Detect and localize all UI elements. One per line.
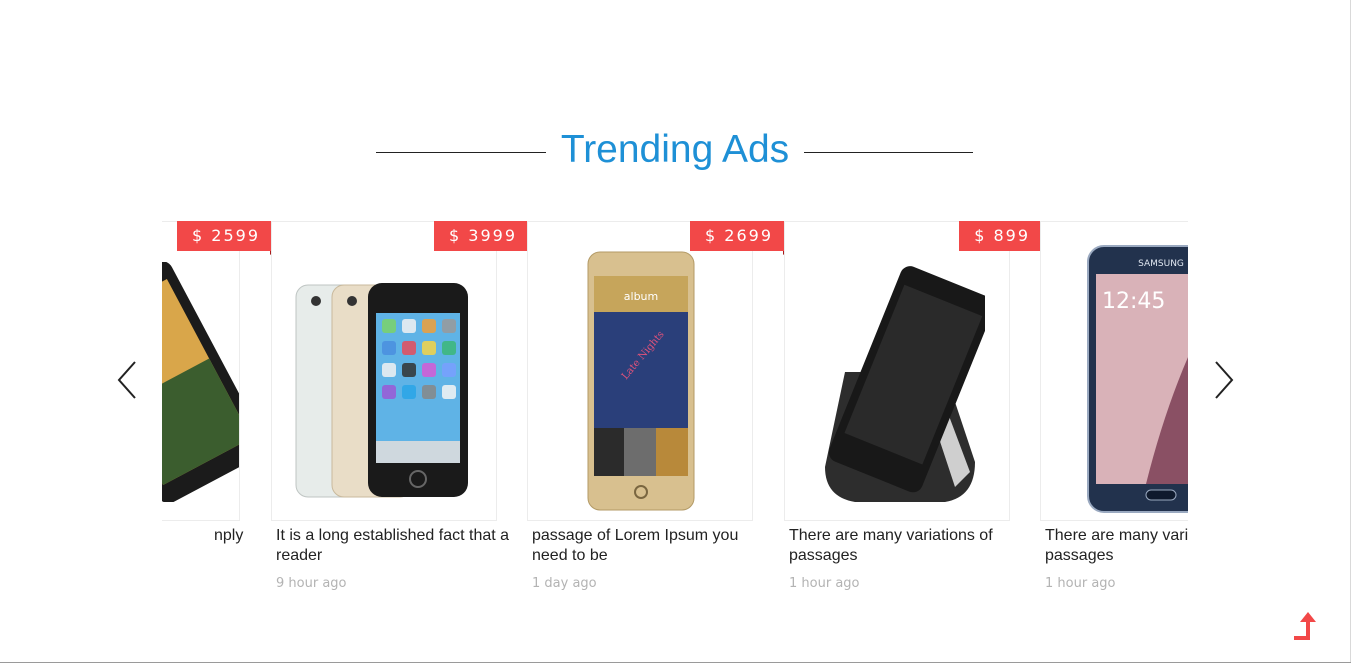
ad-title[interactable]: passage of Lorem Ipsum you need to be [532, 526, 772, 566]
ad-title[interactable]: There are many variations of passages [1045, 526, 1188, 566]
heading-divider-left [376, 152, 546, 153]
ad-time: 1 hour ago [789, 576, 860, 591]
ad-title-text[interactable]: nply [214, 526, 243, 546]
chevron-right-icon [1215, 361, 1234, 399]
price-badge: $ 2699 [690, 221, 788, 255]
phone-brand-text: SAMSUNG [1138, 259, 1184, 269]
ad-time: 1 day ago [532, 576, 597, 591]
ad-card[interactable]: $ 2599 nply [162, 210, 275, 610]
carousel-prev-button[interactable] [115, 360, 141, 400]
ad-title[interactable]: It is a long established fact that a rea… [276, 526, 516, 566]
section-title: Trending Ads [560, 128, 790, 171]
phone-clock-text: 12:45 [1102, 289, 1165, 314]
price-badge: $ 2599 [177, 221, 275, 255]
ad-title[interactable]: There are many variations of passages [789, 526, 1029, 566]
ad-image[interactable] [162, 221, 240, 521]
phone-image [162, 262, 239, 502]
ad-card[interactable]: $ 899 There are many variations of passa… [784, 210, 1045, 610]
ad-card[interactable]: $ 3999 It is a long established fact tha… [271, 210, 532, 610]
ad-image[interactable]: SAMSUNG 12:45 [1040, 221, 1188, 521]
carousel-next-button[interactable] [1210, 360, 1236, 400]
ad-card[interactable]: SAMSUNG 12:45 There are many variations … [1040, 210, 1188, 610]
ad-image[interactable] [784, 221, 1010, 521]
phone-image [825, 266, 985, 502]
ad-image[interactable]: album Late Nights [527, 221, 753, 521]
chevron-left-icon [117, 361, 136, 399]
ad-time: 1 hour ago [1045, 576, 1116, 591]
price-badge: $ 3999 [434, 221, 532, 255]
trending-ads-carousel[interactable]: $ 2599 nply $ 3999 It is a long establis… [162, 210, 1188, 610]
phone-image: SAMSUNG 12:45 [1087, 245, 1188, 513]
arrow-up-icon [1294, 612, 1316, 640]
phone-image: album Late Nights [587, 251, 695, 511]
phone-image [295, 283, 468, 498]
ad-card[interactable]: album Late Nights $ 2699 passage of Lore… [527, 210, 788, 610]
price-badge: $ 899 [959, 221, 1045, 255]
album-label: album [624, 290, 658, 303]
heading-divider-right [804, 152, 973, 153]
ad-image[interactable] [271, 221, 497, 521]
back-to-top-button[interactable] [1290, 610, 1322, 642]
section-heading: Trending Ads [0, 126, 1351, 176]
ad-time: 9 hour ago [276, 576, 347, 591]
